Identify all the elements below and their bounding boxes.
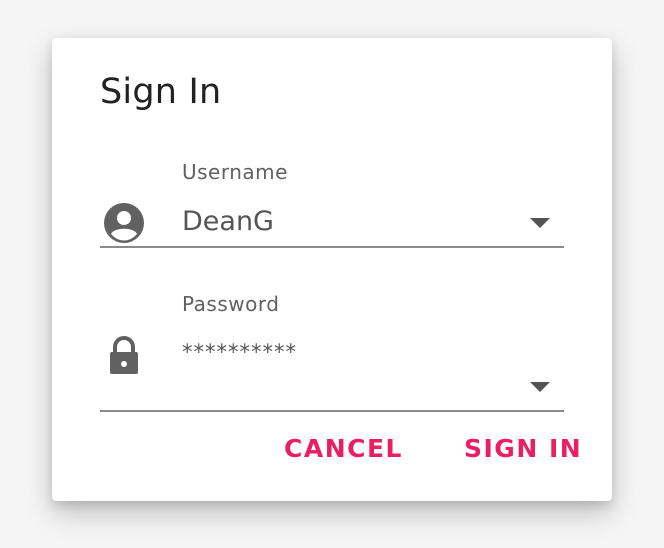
password-underline [100, 410, 564, 412]
sign-in-dialog: Sign In Username DeanG Password ********… [52, 38, 612, 501]
username-value[interactable]: DeanG [182, 206, 274, 237]
cancel-button[interactable]: CANCEL [284, 434, 403, 463]
sign-in-button[interactable]: SIGN IN [464, 434, 582, 463]
password-field[interactable]: Password ********** [100, 288, 564, 412]
username-underline [100, 246, 564, 248]
username-dropdown-icon[interactable] [530, 218, 550, 228]
account-circle-icon [104, 203, 144, 243]
username-label: Username [182, 160, 288, 184]
password-dropdown-icon[interactable] [530, 382, 550, 392]
lock-icon [110, 336, 138, 374]
password-value[interactable]: ********** [182, 340, 297, 364]
password-label: Password [182, 292, 280, 316]
dialog-title: Sign In [100, 72, 222, 112]
username-field[interactable]: Username DeanG [100, 156, 564, 266]
